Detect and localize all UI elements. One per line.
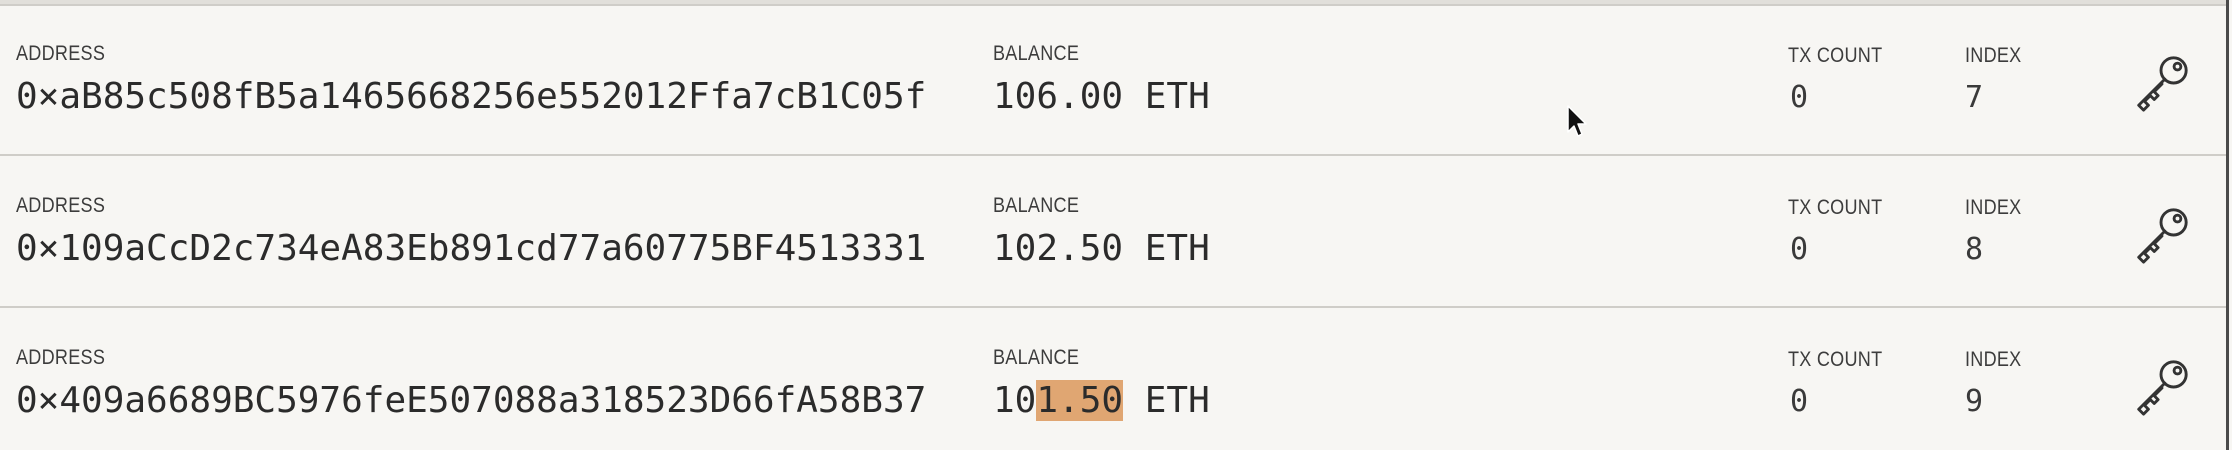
balance-prefix: 10 xyxy=(993,380,1037,421)
key-icon xyxy=(2137,208,2188,264)
show-keys-button[interactable] xyxy=(2130,204,2192,266)
index-label: INDEX xyxy=(1965,44,2022,67)
tx-count-label: TX COUNT xyxy=(1788,196,1883,219)
balance-label: BALANCE xyxy=(993,194,1080,217)
tx-count-value: 0 xyxy=(1790,384,1809,419)
address-label: ADDRESS xyxy=(16,346,106,369)
index-label: INDEX xyxy=(1965,196,2022,219)
address-label: ADDRESS xyxy=(16,194,106,217)
address-value[interactable]: 0×409a6689BC5976feE507088a318523D66fA58B… xyxy=(16,380,926,421)
show-keys-button[interactable] xyxy=(2130,52,2192,114)
index-value: 7 xyxy=(1965,80,1984,115)
address-label: ADDRESS xyxy=(16,42,106,65)
tx-count-value: 0 xyxy=(1790,80,1809,115)
index-value: 8 xyxy=(1965,232,1984,267)
account-row: ADDRESS 0×109aCcD2c734eA83Eb891cd77a6077… xyxy=(0,158,2226,308)
address-value[interactable]: 0×aB85c508fB5a1465668256e552012Ffa7cB1C0… xyxy=(16,76,926,117)
balance-value: 101.50 ETH xyxy=(993,380,1210,421)
accounts-list: ADDRESS 0×aB85c508fB5a1465668256e552012F… xyxy=(0,0,2229,450)
balance-label: BALANCE xyxy=(993,346,1080,369)
key-icon xyxy=(2137,56,2188,112)
balance-value: 102.50 ETH xyxy=(993,228,1210,269)
balance-suffix: ETH xyxy=(1123,380,1210,421)
account-row: ADDRESS 0×409a6689BC5976feE507088a318523… xyxy=(0,310,2226,450)
address-value[interactable]: 0×109aCcD2c734eA83Eb891cd77a60775BF45133… xyxy=(16,228,926,269)
tx-count-value: 0 xyxy=(1790,232,1809,267)
tx-count-label: TX COUNT xyxy=(1788,348,1883,371)
key-icon xyxy=(2137,360,2188,416)
mouse-pointer-icon xyxy=(1566,104,1590,140)
balance-selection-highlight[interactable]: 1.50 xyxy=(1036,380,1124,421)
balance-label: BALANCE xyxy=(993,42,1080,65)
tx-count-label: TX COUNT xyxy=(1788,44,1883,67)
index-label: INDEX xyxy=(1965,348,2022,371)
show-keys-button[interactable] xyxy=(2130,356,2192,418)
balance-value: 106.00 ETH xyxy=(993,76,1210,117)
index-value: 9 xyxy=(1965,384,1984,419)
account-row: ADDRESS 0×aB85c508fB5a1465668256e552012F… xyxy=(0,6,2226,156)
